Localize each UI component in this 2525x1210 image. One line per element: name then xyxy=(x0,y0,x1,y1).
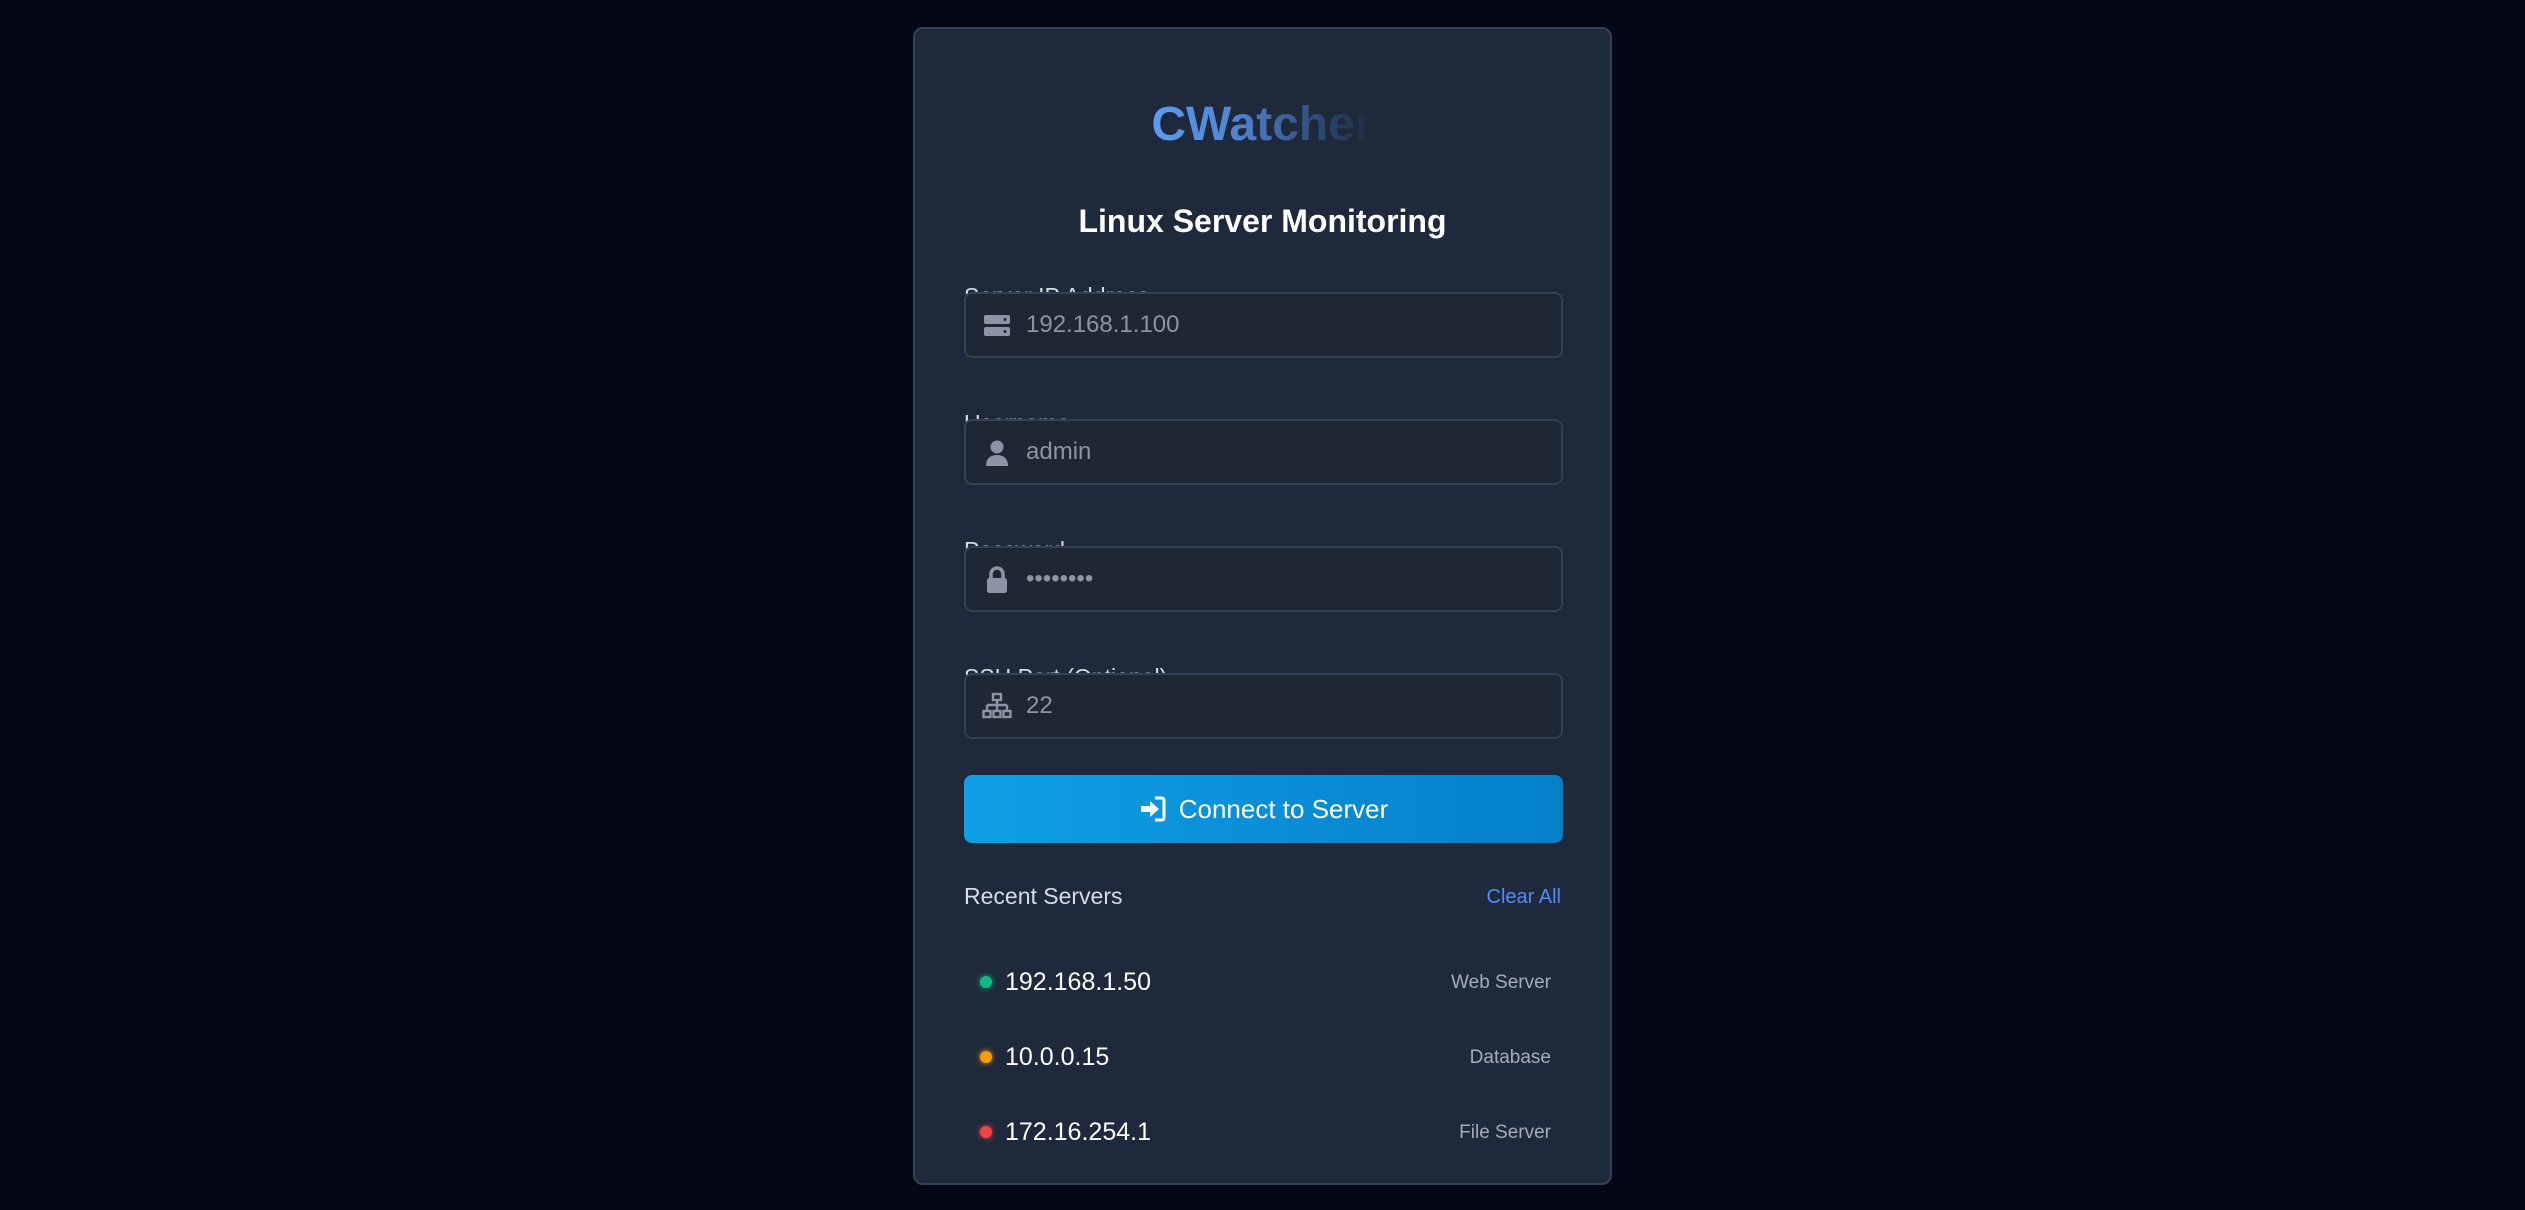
status-dot xyxy=(980,1126,992,1138)
password-input[interactable] xyxy=(1026,548,1549,610)
ip-input[interactable] xyxy=(1026,294,1549,356)
server-name: File Server xyxy=(1459,1122,1551,1143)
connect-button-label: Connect to Server xyxy=(1178,793,1389,824)
server-name: Database xyxy=(1469,1047,1551,1068)
connect-button[interactable]: Connect to Server xyxy=(964,775,1563,843)
login-card: CWatcher Linux Server Monitoring Server … xyxy=(913,27,1612,1185)
recent-server-item[interactable]: 172.16.254.1 File Server xyxy=(964,1104,1563,1160)
user-icon xyxy=(986,440,1008,466)
clear-all-link[interactable]: Clear All xyxy=(1487,887,1561,907)
lock-icon xyxy=(987,566,1007,593)
status-dot xyxy=(980,976,992,988)
server-ip: 192.168.1.50 xyxy=(1005,968,1151,996)
recent-servers-title: Recent Servers xyxy=(964,883,1123,909)
network-icon xyxy=(982,692,1012,719)
app-logo: CWatcher xyxy=(915,101,1610,149)
username-field[interactable] xyxy=(964,419,1563,485)
password-field[interactable] xyxy=(964,546,1563,612)
server-ip: 172.16.254.1 xyxy=(1005,1118,1151,1146)
recent-server-item[interactable]: 192.168.1.50 Web Server xyxy=(964,954,1563,1010)
server-icon xyxy=(984,315,1010,336)
recent-server-item[interactable]: 10.0.0.15 Database xyxy=(964,1029,1563,1085)
port-input[interactable] xyxy=(1026,675,1549,737)
ip-field[interactable] xyxy=(964,292,1563,358)
status-dot xyxy=(980,1051,992,1063)
username-input[interactable] xyxy=(1026,421,1549,483)
port-field[interactable] xyxy=(964,673,1563,739)
sign-in-icon xyxy=(1140,796,1166,822)
server-ip: 10.0.0.15 xyxy=(1005,1043,1110,1071)
app-logo-text: CWatcher xyxy=(1151,98,1374,151)
page-title: Linux Server Monitoring xyxy=(1078,203,1447,239)
server-name: Web Server xyxy=(1451,972,1551,993)
